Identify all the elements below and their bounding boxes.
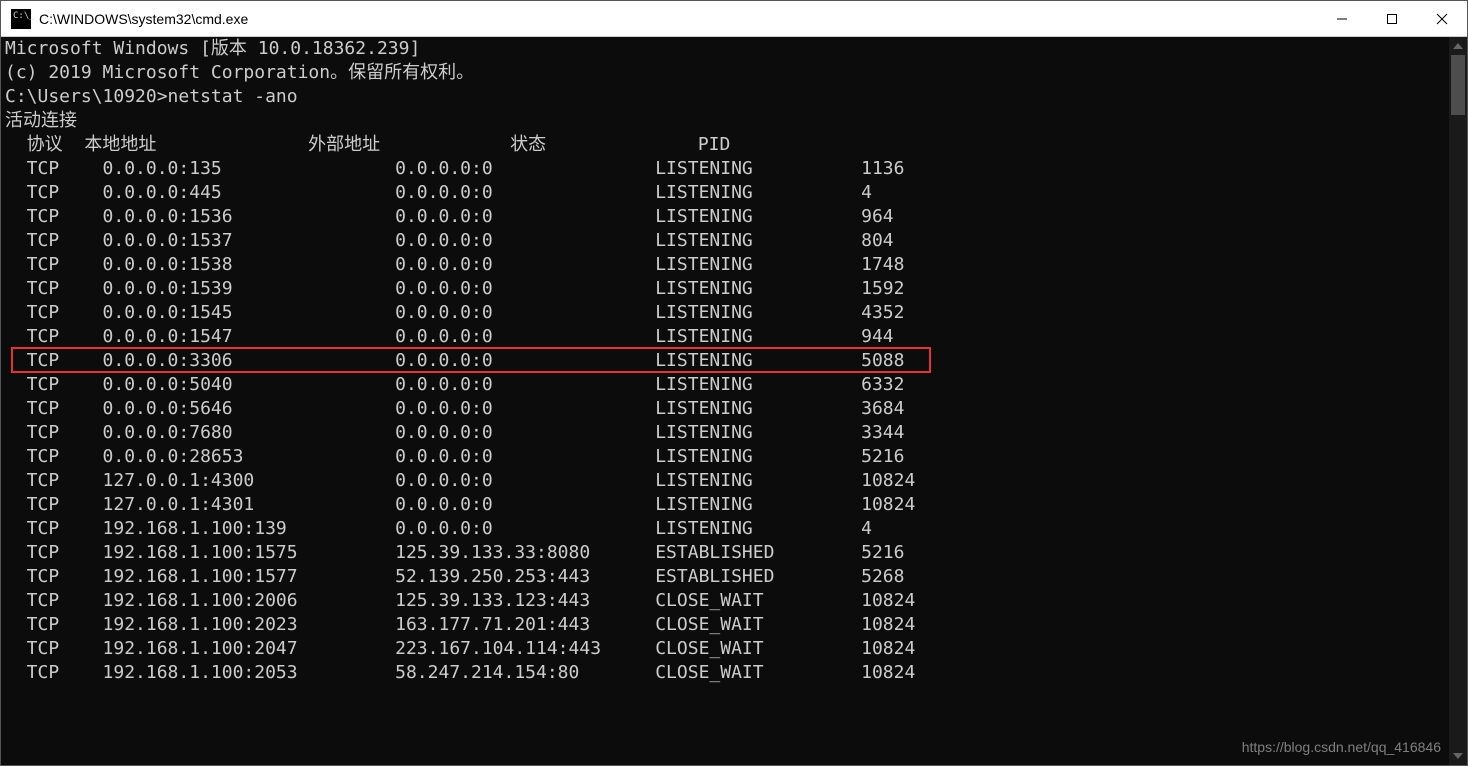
table-row: TCP 0.0.0.0:7680 0.0.0.0:0 LISTENING 334… [5,421,1449,445]
table-header: 协议 本地地址 外部地址 状态 PID [5,133,1449,157]
table-row: TCP 0.0.0.0:1545 0.0.0.0:0 LISTENING 435… [5,301,1449,325]
table-row: TCP 192.168.1.100:139 0.0.0.0:0 LISTENIN… [5,517,1449,541]
table-row-highlighted: TCP 0.0.0.0:3306 0.0.0.0:0 LISTENING 508… [5,349,1449,373]
table-row: TCP 0.0.0.0:445 0.0.0.0:0 LISTENING 4 [5,181,1449,205]
table-row: TCP 192.168.1.100:2023 163.177.71.201:44… [5,613,1449,637]
maximize-button[interactable] [1367,1,1417,36]
section-title: 活动连接 [5,109,1449,133]
table-row: TCP 0.0.0.0:1539 0.0.0.0:0 LISTENING 159… [5,277,1449,301]
terminal-output[interactable]: Microsoft Windows [版本 10.0.18362.239](c)… [1,37,1449,765]
table-row: TCP 0.0.0.0:1537 0.0.0.0:0 LISTENING 804 [5,229,1449,253]
table-row: TCP 192.168.1.100:1577 52.139.250.253:44… [5,565,1449,589]
scroll-up-arrow[interactable] [1449,37,1467,55]
table-row: TCP 192.168.1.100:1575 125.39.133.33:808… [5,541,1449,565]
table-row: TCP 127.0.0.1:4300 0.0.0.0:0 LISTENING 1… [5,469,1449,493]
table-row: TCP 192.168.1.100:2053 58.247.214.154:80… [5,661,1449,685]
cmd-window: C:\WINDOWS\system32\cmd.exe Microsoft Wi… [0,0,1468,766]
table-row: TCP 0.0.0.0:5040 0.0.0.0:0 LISTENING 633… [5,373,1449,397]
table-row: TCP 0.0.0.0:28653 0.0.0.0:0 LISTENING 52… [5,445,1449,469]
window-controls [1317,1,1467,36]
highlight-box [11,347,931,373]
scroll-down-arrow[interactable] [1449,747,1467,765]
scroll-thumb[interactable] [1451,55,1465,115]
terminal-line: (c) 2019 Microsoft Corporation。保留所有权利。 [5,61,1449,85]
table-row: TCP 192.168.1.100:2006 125.39.133.123:44… [5,589,1449,613]
cmd-icon [11,9,31,29]
terminal-area: Microsoft Windows [版本 10.0.18362.239](c)… [1,37,1467,765]
table-row: TCP 0.0.0.0:1547 0.0.0.0:0 LISTENING 944 [5,325,1449,349]
close-button[interactable] [1417,1,1467,36]
table-row: TCP 0.0.0.0:1538 0.0.0.0:0 LISTENING 174… [5,253,1449,277]
table-row: TCP 127.0.0.1:4301 0.0.0.0:0 LISTENING 1… [5,493,1449,517]
terminal-line: Microsoft Windows [版本 10.0.18362.239] [5,37,1449,61]
titlebar[interactable]: C:\WINDOWS\system32\cmd.exe [1,1,1467,37]
vertical-scrollbar[interactable] [1449,37,1467,765]
window-title: C:\WINDOWS\system32\cmd.exe [39,11,1317,27]
table-row: TCP 192.168.1.100:2047 223.167.104.114:4… [5,637,1449,661]
minimize-button[interactable] [1317,1,1367,36]
prompt-line: C:\Users\10920>netstat -ano [5,85,1449,109]
table-row: TCP 0.0.0.0:1536 0.0.0.0:0 LISTENING 964 [5,205,1449,229]
table-row: TCP 0.0.0.0:135 0.0.0.0:0 LISTENING 1136 [5,157,1449,181]
watermark: https://blog.csdn.net/qq_416846 [1242,735,1441,759]
table-row: TCP 0.0.0.0:5646 0.0.0.0:0 LISTENING 368… [5,397,1449,421]
